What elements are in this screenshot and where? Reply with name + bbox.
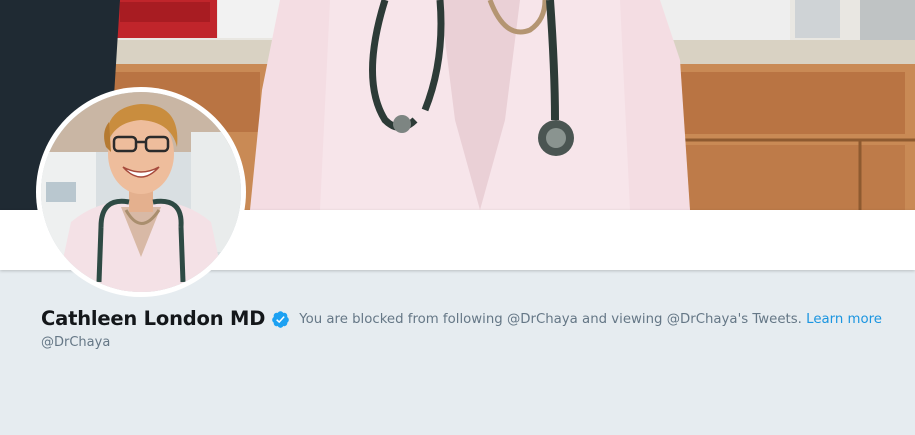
profile-page: Cathleen London MD @DrChaya You are bloc… <box>0 0 915 435</box>
learn-more-link[interactable]: Learn more <box>806 312 882 327</box>
blocked-notice: You are blocked from following @DrChaya … <box>299 312 882 327</box>
verified-badge-icon <box>271 310 290 329</box>
profile-handle[interactable]: @DrChaya <box>41 335 110 350</box>
blocked-message-text: You are blocked from following @DrChaya … <box>299 312 802 327</box>
profile-name-row: Cathleen London MD <box>41 307 290 330</box>
profile-avatar[interactable] <box>36 87 246 297</box>
profile-display-name[interactable]: Cathleen London MD <box>41 307 265 330</box>
